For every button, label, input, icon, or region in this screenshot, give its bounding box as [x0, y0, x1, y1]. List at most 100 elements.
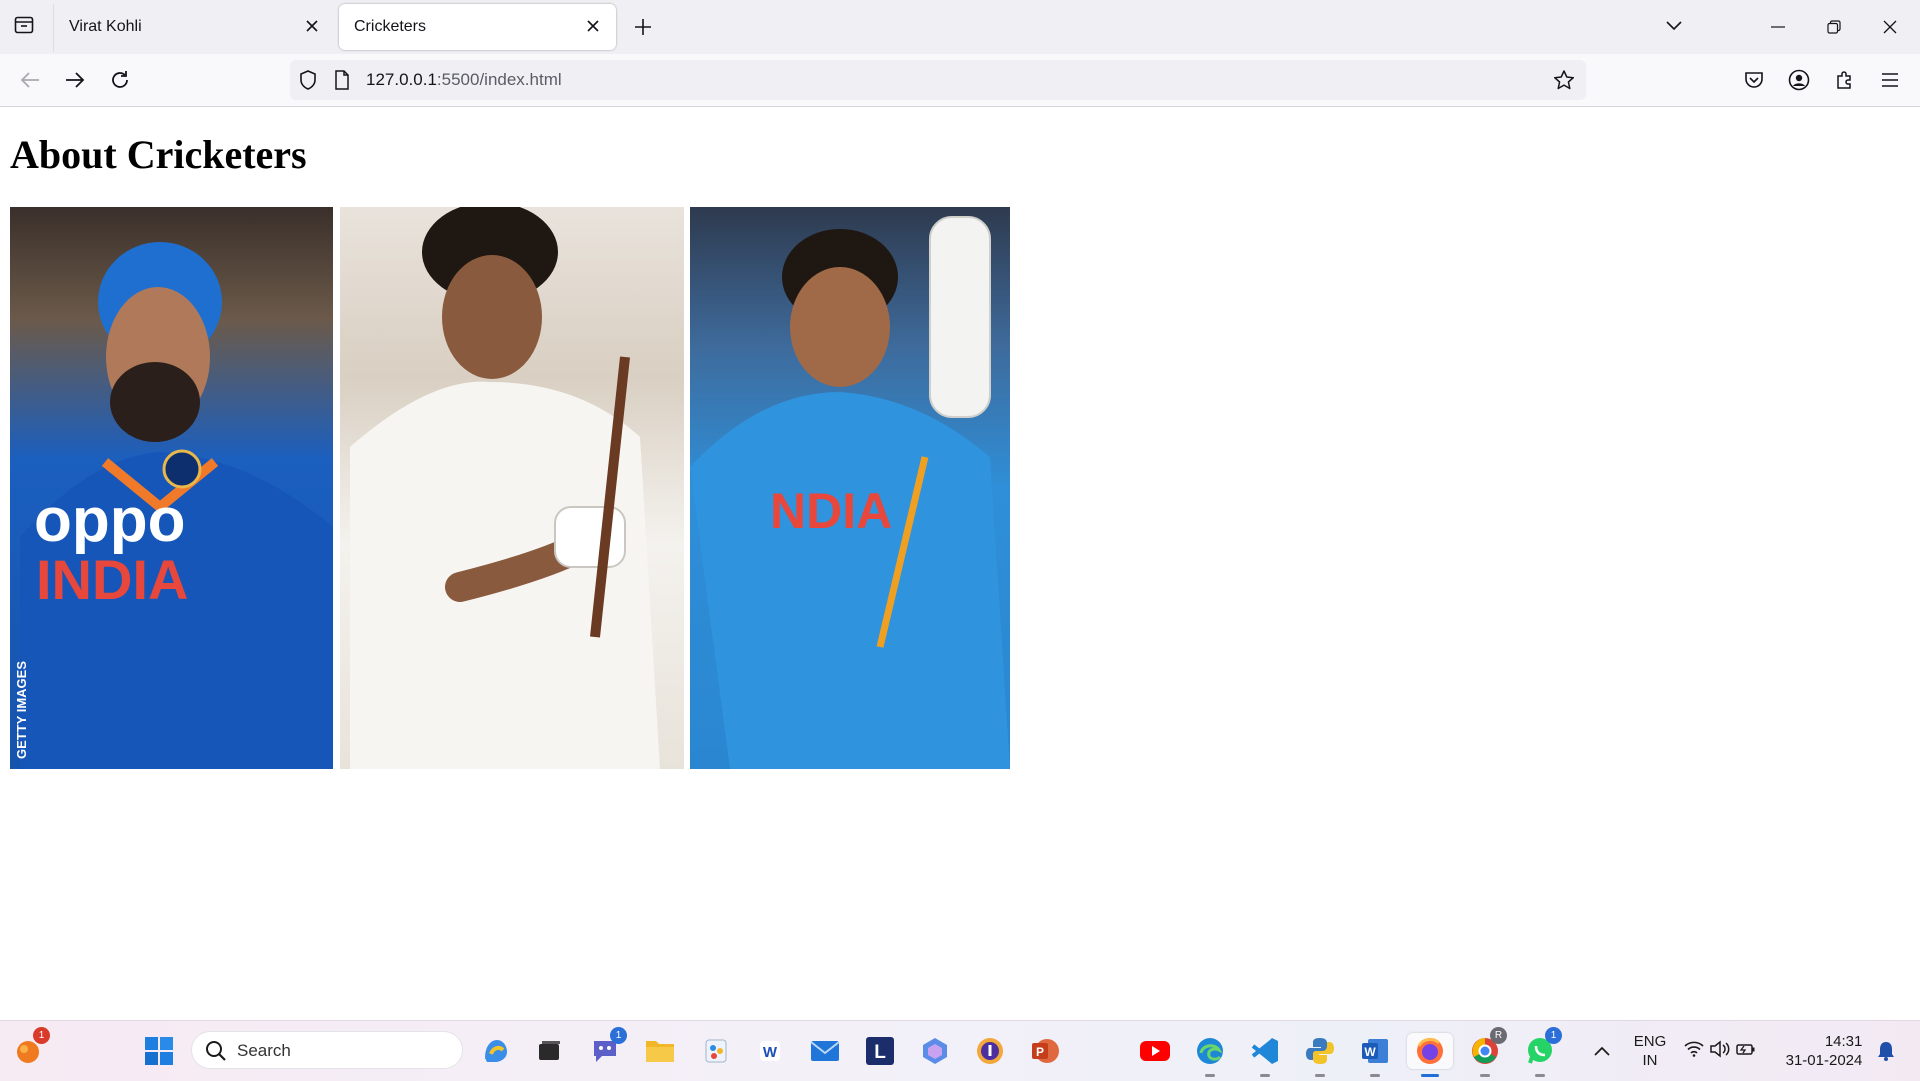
tab-strip: Virat Kohli Cricketers [0, 0, 1920, 54]
running-indicator [1260, 1074, 1270, 1077]
bookmark-star-icon[interactable] [1552, 68, 1576, 92]
quick-settings-button[interactable] [1678, 1033, 1762, 1069]
chevron-up-icon [1594, 1046, 1610, 1056]
taskbar-app-powerpoint[interactable]: P [1027, 1033, 1063, 1069]
profile-badge: R [1490, 1027, 1507, 1044]
forward-button[interactable] [57, 62, 93, 98]
close-tab-button[interactable] [299, 13, 325, 39]
extensions-button[interactable] [1827, 62, 1863, 98]
taskbar-app-whatsapp[interactable]: 1 [1522, 1027, 1562, 1077]
close-icon [1883, 20, 1897, 34]
tracking-protection-icon[interactable] [296, 68, 320, 92]
plus-icon [635, 19, 651, 35]
jersey-team-text: INDIA [36, 548, 189, 611]
widgets-button[interactable]: 1 [10, 1027, 50, 1069]
taskbar-app-edge[interactable] [1192, 1033, 1228, 1077]
wifi-icon [1684, 1041, 1704, 1061]
taskbar-app-vpn[interactable] [972, 1033, 1008, 1069]
page-info-icon[interactable] [330, 68, 354, 92]
close-window-button[interactable] [1862, 0, 1918, 54]
running-indicator [1535, 1074, 1545, 1077]
taskbar-app-youtube[interactable] [1137, 1033, 1173, 1069]
pocket-button[interactable] [1736, 62, 1772, 98]
region-code: IN [1642, 1052, 1658, 1069]
url-host: 127.0.0.1 [366, 70, 437, 89]
reload-button[interactable] [102, 62, 138, 98]
taskbar-app-task-view[interactable] [531, 1033, 567, 1069]
taskbar-app-file-explorer[interactable] [642, 1033, 678, 1069]
notification-badge: 1 [1545, 1027, 1562, 1044]
account-icon [1788, 69, 1810, 91]
active-indicator [1421, 1074, 1439, 1077]
mail-icon [810, 1041, 840, 1061]
arrow-left-icon [20, 72, 39, 88]
l-app-icon: L [866, 1037, 894, 1065]
notifications-button[interactable] [1870, 1033, 1902, 1069]
taskbar-app-firefox[interactable] [1407, 1033, 1453, 1077]
app-menu-button[interactable] [1872, 62, 1908, 98]
taskbar: 1 Search 1 W L P W R 1 ENG IN 14:31 31-0… [0, 1020, 1920, 1081]
running-indicator [1205, 1074, 1215, 1077]
taskbar-app-copilot[interactable] [478, 1033, 514, 1069]
tab-title: Cricketers [354, 18, 427, 35]
taskbar-app-teams[interactable]: 1 [587, 1027, 627, 1069]
taskbar-app-paint[interactable] [698, 1033, 734, 1069]
running-indicator [1315, 1074, 1325, 1077]
navigation-toolbar: 127.0.0.1:5500/index.html [0, 54, 1920, 107]
taskbar-app-word-mobile[interactable]: W [752, 1033, 788, 1069]
running-indicator [1480, 1074, 1490, 1077]
svg-text:P: P [1036, 1045, 1044, 1059]
url-text[interactable]: 127.0.0.1:5500/index.html [366, 70, 562, 90]
close-tab-button[interactable] [580, 13, 606, 39]
reload-icon [112, 71, 128, 88]
list-all-tabs-button[interactable] [1658, 8, 1690, 44]
battery-icon [1736, 1041, 1756, 1061]
volume-icon [1710, 1040, 1730, 1062]
hamburger-icon [1882, 73, 1898, 87]
running-indicator [1370, 1074, 1380, 1077]
taskbar-app-vscode[interactable] [1247, 1033, 1283, 1077]
taskbar-app-l[interactable]: L [862, 1033, 898, 1069]
tab-cricketers[interactable]: Cricketers [339, 4, 616, 50]
taskbar-app-word[interactable]: W [1357, 1033, 1393, 1077]
start-button[interactable] [141, 1033, 177, 1069]
taskbar-app-chrome[interactable]: R [1467, 1027, 1507, 1077]
copilot-icon [485, 1040, 507, 1062]
vscode-icon [1251, 1038, 1278, 1064]
python-icon [1306, 1038, 1334, 1064]
powerpoint-icon: P [1032, 1039, 1059, 1063]
back-button[interactable] [12, 62, 48, 98]
tab-virat-kohli[interactable]: Virat Kohli [54, 4, 335, 50]
minimize-button[interactable] [1750, 0, 1806, 54]
tab-list-button[interactable] [6, 10, 42, 44]
notification-badge: 1 [33, 1027, 50, 1044]
minimize-icon [1771, 26, 1785, 28]
address-bar[interactable]: 127.0.0.1:5500/index.html [290, 60, 1586, 100]
clock-button[interactable]: 14:31 31-01-2024 [1778, 1031, 1870, 1071]
new-tab-button[interactable] [625, 10, 661, 44]
windows-logo-icon [145, 1037, 173, 1065]
show-hidden-icons-button[interactable] [1584, 1033, 1620, 1069]
youtube-icon [1140, 1041, 1170, 1061]
restore-button[interactable] [1806, 0, 1862, 54]
paint-icon [705, 1039, 727, 1063]
svg-text:L: L [874, 1042, 886, 1063]
page-heading: About Cricketers [10, 132, 307, 177]
search-icon [205, 1040, 227, 1066]
taskbar-app-python[interactable] [1302, 1033, 1338, 1077]
word-icon: W [1362, 1039, 1388, 1063]
close-icon [306, 20, 318, 32]
photo-panel-sachin-tendulkar: NDIA [690, 207, 1010, 769]
input-language-button[interactable]: ENG IN [1630, 1033, 1670, 1069]
bell-icon [1878, 1042, 1894, 1061]
firefox-icon [1417, 1037, 1443, 1064]
taskbar-search-box[interactable]: Search [191, 1031, 463, 1069]
page-content: About Cricketers oppo INDIA GETTY IMAGES [0, 107, 1920, 1019]
folder-icon [646, 1041, 674, 1062]
photo-panel-virat-kohli: oppo INDIA GETTY IMAGES [10, 207, 333, 769]
account-button[interactable] [1781, 62, 1817, 98]
taskbar-app-photos[interactable] [917, 1033, 953, 1069]
clock-date: 31-01-2024 [1785, 1052, 1863, 1069]
vpn-shield-icon [977, 1038, 1003, 1064]
taskbar-app-mail[interactable] [807, 1033, 843, 1069]
